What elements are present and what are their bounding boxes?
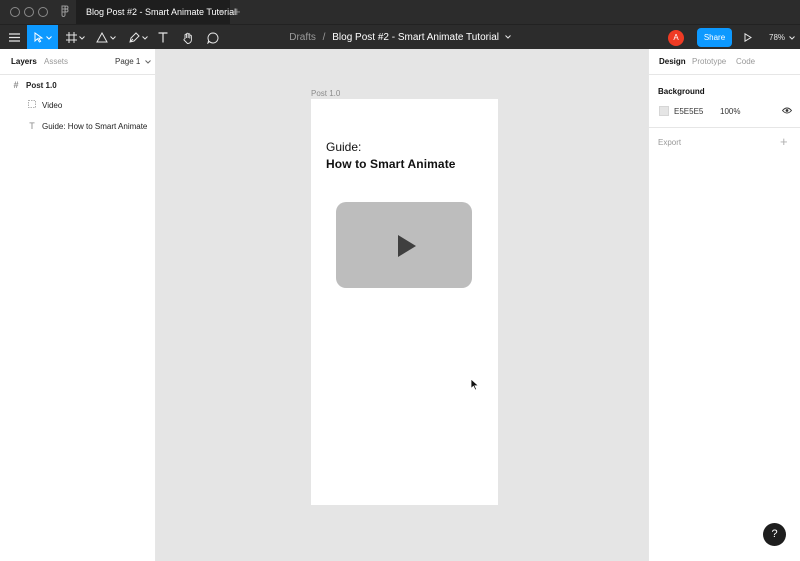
tab-assets[interactable]: Assets	[44, 57, 68, 66]
breadcrumb-file-name[interactable]: Blog Post #2 - Smart Animate Tutorial	[332, 32, 499, 43]
hand-tool-button[interactable]	[180, 25, 196, 50]
tab-layers[interactable]: Layers	[11, 57, 37, 66]
title-bar: Blog Post #2 - Smart Animate Tutorial × …	[0, 0, 800, 24]
main-menu-button[interactable]	[4, 25, 24, 50]
frame-hash-icon	[65, 32, 77, 43]
rectangle-icon	[27, 100, 37, 110]
guide-heading-line2: How to Smart Animate	[326, 156, 456, 171]
background-hex-input[interactable]: E5E5E5	[674, 107, 703, 116]
comment-bubble-icon	[207, 31, 219, 44]
window-close-control[interactable]	[10, 7, 20, 17]
background-color-swatch[interactable]	[659, 106, 669, 116]
properties-panel: Design Prototype Code Background E5E5E5 …	[648, 49, 800, 561]
frame-icon: #	[13, 80, 19, 90]
tab-prototype[interactable]: Prototype	[692, 57, 726, 66]
comment-tool-button[interactable]	[205, 25, 221, 50]
breadcrumb-separator: /	[322, 32, 326, 43]
eye-visibility-icon[interactable]	[782, 107, 792, 114]
move-cursor-icon	[34, 32, 43, 43]
window-minimize-control[interactable]	[24, 7, 34, 17]
chevron-down-icon[interactable]	[504, 35, 511, 40]
help-button[interactable]: ?	[763, 523, 786, 546]
chevron-down-icon	[110, 35, 116, 40]
layer-label: Guide: How to Smart Animate	[42, 121, 148, 131]
tab-design[interactable]: Design	[659, 57, 686, 66]
section-divider	[649, 127, 800, 128]
frame-tool-button[interactable]	[63, 25, 87, 50]
present-button[interactable]	[741, 25, 755, 50]
chevron-down-icon	[141, 35, 148, 40]
avatar[interactable]: A	[668, 30, 684, 46]
background-section-title: Background	[658, 87, 705, 96]
pen-icon	[128, 32, 140, 43]
guide-heading[interactable]: Guide: How to Smart Animate	[326, 139, 456, 172]
chevron-down-icon	[45, 35, 52, 40]
layer-label: Video	[42, 100, 63, 110]
layer-row-video[interactable]: Video	[0, 95, 155, 115]
tab-code[interactable]: Code	[736, 57, 755, 66]
layers-panel: Layers Assets Page 1 # Post 1.0 Video T …	[0, 49, 156, 561]
chevron-down-icon	[789, 36, 796, 40]
figma-logo-icon[interactable]	[58, 5, 72, 19]
shape-tool-button[interactable]	[94, 25, 118, 50]
breadcrumb-drafts[interactable]: Drafts	[289, 32, 316, 43]
close-tab-icon[interactable]: ×	[219, 0, 224, 24]
post-frame[interactable]: Guide: How to Smart Animate	[311, 99, 498, 505]
chevron-down-icon	[78, 35, 85, 40]
hand-icon	[183, 32, 192, 44]
triangle-shape-icon	[96, 32, 108, 43]
add-export-icon[interactable]: +	[780, 134, 788, 149]
layer-label: Post 1.0	[26, 80, 57, 90]
left-panel-tabs: Layers Assets Page 1	[0, 49, 155, 75]
document-tab-title: Blog Post #2 - Smart Animate Tutorial	[86, 7, 237, 17]
document-tab[interactable]: Blog Post #2 - Smart Animate Tutorial ×	[76, 0, 236, 24]
pen-tool-button[interactable]	[126, 25, 150, 50]
page-selector[interactable]: Page 1	[115, 57, 151, 66]
window-zoom-control[interactable]	[38, 7, 48, 17]
play-icon	[398, 235, 416, 257]
play-present-icon	[744, 33, 752, 42]
right-panel-tabs: Design Prototype Code	[649, 49, 800, 75]
toolbar: Drafts / Blog Post #2 - Smart Animate Tu…	[0, 24, 800, 50]
canvas[interactable]: Post 1.0 Guide: How to Smart Animate	[156, 49, 648, 561]
layer-row-guide-text[interactable]: T Guide: How to Smart Animate	[0, 116, 155, 136]
frame-label[interactable]: Post 1.0	[311, 89, 340, 98]
share-button[interactable]: Share	[697, 28, 732, 47]
text-t-icon	[158, 32, 168, 43]
background-opacity-input[interactable]: 100%	[720, 107, 740, 116]
zoom-level: 78%	[769, 33, 786, 42]
guide-heading-line1: Guide:	[326, 140, 362, 154]
video-placeholder[interactable]	[336, 202, 472, 288]
new-tab-icon[interactable]: +	[233, 0, 241, 24]
zoom-control[interactable]: 78%	[769, 25, 796, 50]
layer-row-post[interactable]: # Post 1.0	[0, 75, 155, 95]
hamburger-menu-icon	[8, 33, 20, 42]
move-tool-button[interactable]	[27, 25, 58, 50]
page-selector-label: Page 1	[115, 57, 141, 66]
chevron-down-icon	[144, 60, 151, 64]
text-icon: T	[29, 121, 35, 131]
export-section-title: Export	[658, 138, 682, 147]
mouse-pointer-icon	[470, 378, 480, 391]
text-tool-button[interactable]	[155, 25, 171, 50]
